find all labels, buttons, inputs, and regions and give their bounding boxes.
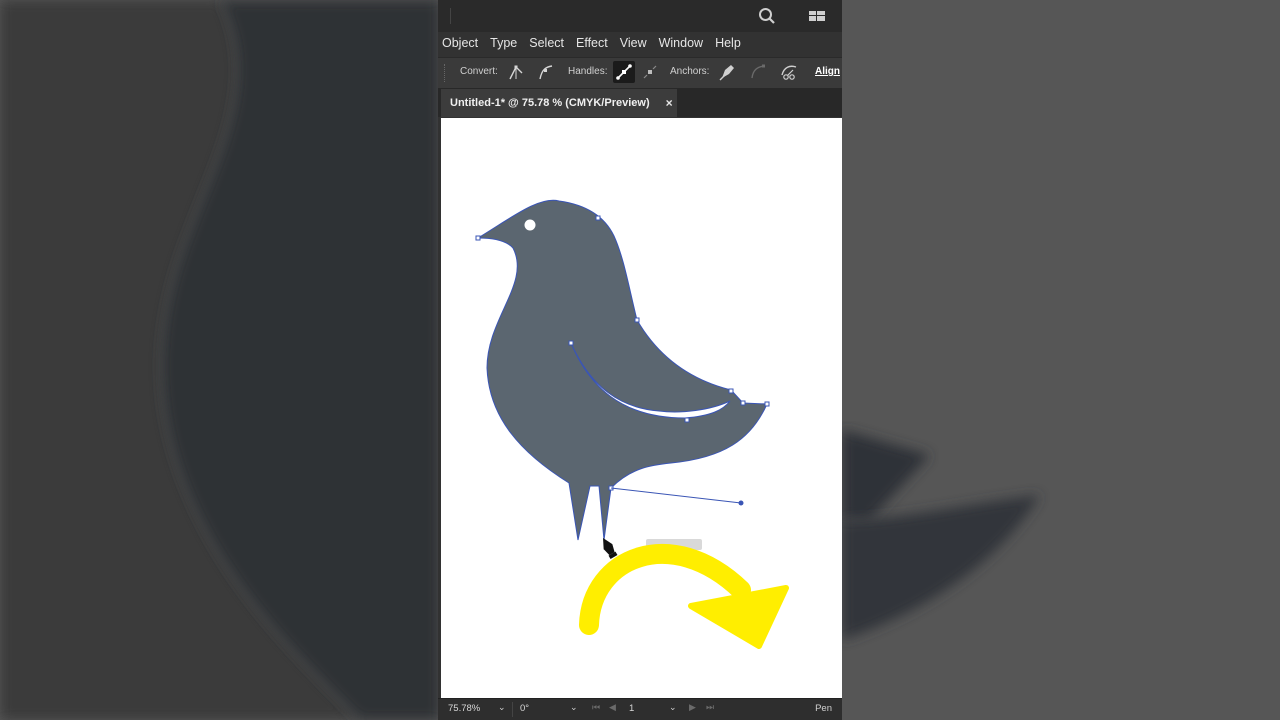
status-bar: 75.78% ⌄ 0° ⌄ ⏮ ◀ 1 ⌄ ▶ ⏭ Pen [438, 698, 842, 720]
document-tab-title: Untitled-1* @ 75.78 % (CMYK/Preview) [450, 97, 650, 109]
artboard-number-field[interactable]: 1 [629, 703, 634, 717]
menu-view[interactable]: View [616, 36, 653, 50]
control-bar: Convert: Handles: Anchors: Align [438, 57, 842, 89]
artwork [475, 199, 789, 649]
document-tab-strip: Untitled-1* @ 75.78 % (CMYK/Preview) × [438, 88, 842, 117]
workspace-icon[interactable] [808, 7, 826, 25]
search-icon[interactable] [758, 7, 776, 25]
zoom-field[interactable]: 75.78% [448, 703, 480, 717]
direction-handle-line [610, 487, 742, 504]
menu-help[interactable]: Help [711, 36, 747, 50]
last-artboard-icon[interactable]: ⏭ [706, 702, 714, 713]
menu-type[interactable]: Type [486, 36, 523, 50]
control-bar-grip[interactable] [444, 64, 448, 82]
first-artboard-icon[interactable]: ⏮ [592, 702, 600, 713]
rotation-dropdown-chevron-icon[interactable]: ⌄ [570, 702, 578, 713]
handles-label: Handles: [568, 66, 608, 77]
status-divider [512, 702, 513, 717]
pen-cursor-icon [603, 538, 618, 560]
menu-select[interactable]: Select [525, 36, 570, 50]
artboard-canvas[interactable] [441, 118, 842, 698]
top-bar-divider [450, 8, 451, 24]
convert-corner-icon[interactable] [505, 61, 527, 83]
cut-path-icon[interactable] [778, 61, 800, 83]
menu-effect[interactable]: Effect [572, 36, 614, 50]
current-tool-status[interactable]: Pen [815, 703, 832, 714]
document-tab[interactable]: Untitled-1* @ 75.78 % (CMYK/Preview) × [441, 89, 677, 117]
zoom-dropdown-chevron-icon[interactable]: ⌄ [498, 702, 506, 713]
convert-smooth-icon[interactable] [535, 61, 557, 83]
anchors-label: Anchors: [670, 66, 710, 77]
menu-object[interactable]: Object [438, 36, 484, 50]
connect-anchor-icon[interactable] [747, 61, 769, 83]
close-tab-icon[interactable]: × [666, 96, 673, 110]
illustrator-window: Object Type Select Effect View Window He… [438, 0, 842, 720]
next-artboard-icon[interactable]: ▶ [689, 702, 696, 713]
convert-label: Convert: [460, 66, 498, 77]
align-link[interactable]: Align [815, 66, 840, 77]
menu-bar: Object Type Select Effect View Window He… [438, 32, 842, 54]
handles-hide-icon[interactable] [639, 61, 661, 83]
artboard-dropdown-chevron-icon[interactable]: ⌄ [669, 702, 677, 713]
handles-show-icon[interactable] [613, 61, 635, 83]
menu-window[interactable]: Window [655, 36, 709, 50]
remove-anchor-icon[interactable] [716, 61, 738, 83]
previous-artboard-icon[interactable]: ◀ [609, 702, 616, 713]
bird-eye [524, 219, 536, 231]
yellow-arrow-annotation [579, 543, 789, 649]
app-top-bar [438, 0, 842, 33]
direction-handle-point[interactable] [738, 500, 744, 506]
rotation-field[interactable]: 0° [520, 703, 529, 717]
